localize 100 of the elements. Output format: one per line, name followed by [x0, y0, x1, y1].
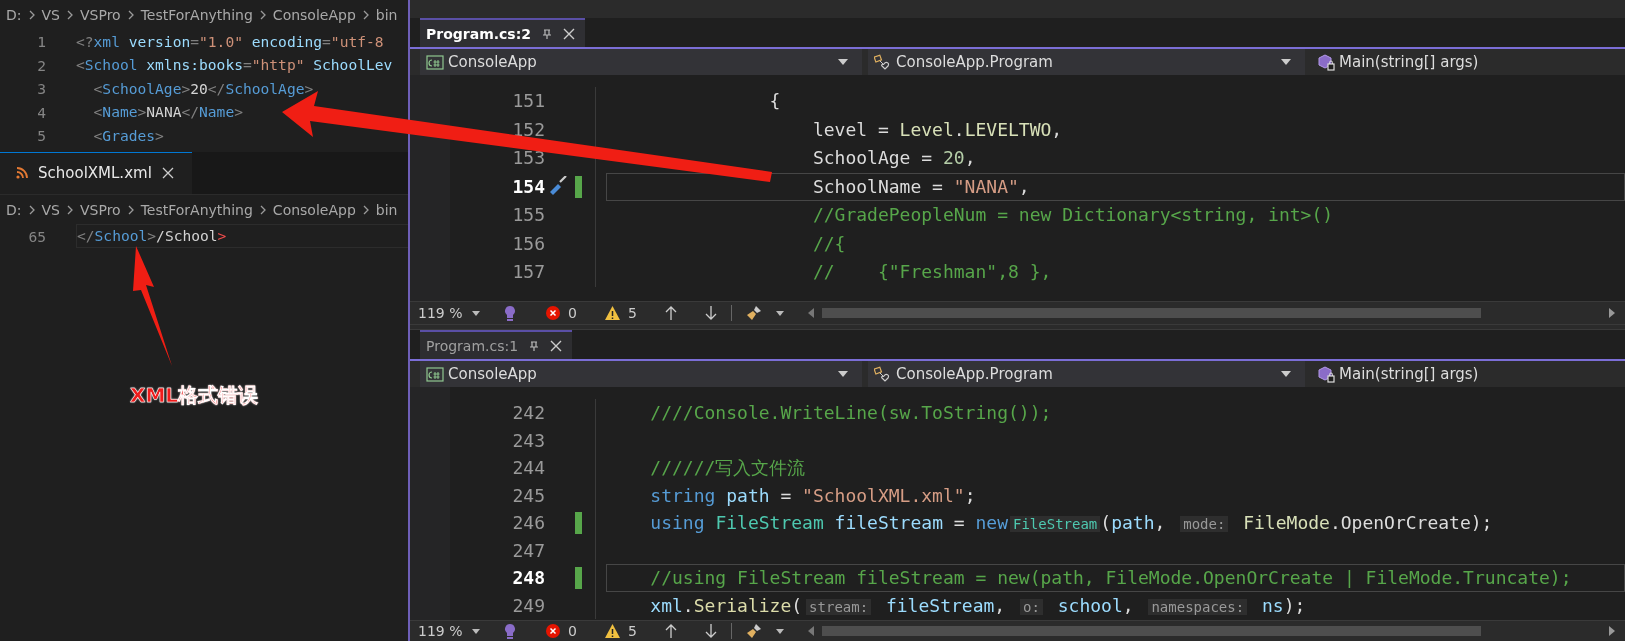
- chevron-icon: [65, 203, 74, 216]
- caret-icon: [1281, 371, 1291, 377]
- scrollbar-thumb[interactable]: [821, 308, 1481, 318]
- caret-icon: [838, 59, 848, 65]
- chevron-icon: [361, 203, 370, 216]
- chevron-icon: [65, 9, 74, 21]
- scrollbar-thumb[interactable]: [821, 626, 1481, 636]
- error-icon: [546, 624, 560, 638]
- breadcrumb-item[interactable]: ConsoleApp: [272, 201, 356, 218]
- nav-dropdown[interactable]: ConsoleApp.Program: [868, 361, 1305, 387]
- chevron-icon: [126, 203, 135, 216]
- breadcrumb-item[interactable]: D:: [6, 201, 22, 218]
- arrow-down-icon[interactable]: [704, 306, 717, 320]
- line-number: 1: [36, 33, 47, 51]
- line-number: 153: [511, 146, 545, 170]
- editor-tab[interactable]: SchoolXML.xml: [0, 151, 192, 194]
- close-icon[interactable]: [550, 339, 563, 352]
- scroll-left-icon[interactable]: [807, 626, 814, 636]
- pin-icon[interactable]: [528, 339, 541, 352]
- close-icon[interactable]: [563, 27, 576, 40]
- code-line: <Grades>: [92, 125, 165, 146]
- editor-tab[interactable]: Program.cs:2: [420, 18, 586, 47]
- nav-dropdown[interactable]: ConsoleApp: [420, 49, 862, 75]
- rss-icon: [16, 167, 28, 179]
- line-number: 5: [36, 127, 47, 145]
- class-icon: [874, 365, 892, 383]
- pin-icon[interactable]: [541, 27, 554, 40]
- breadcrumb-item[interactable]: VSPro: [79, 7, 121, 23]
- code-line: {: [768, 89, 782, 113]
- code-line: // {"Freshman",8 },: [811, 260, 1053, 284]
- caret-icon[interactable]: [775, 310, 784, 316]
- line-number: 245: [511, 483, 545, 508]
- code-line: string path = "SchoolXML.xml";: [649, 483, 977, 508]
- brush-icon[interactable]: [745, 305, 762, 321]
- caret-icon: [838, 371, 848, 377]
- code-line: </School>/School>: [76, 224, 408, 249]
- code-line: SchoolAge = 20,: [811, 146, 977, 170]
- arrow-up-icon[interactable]: [664, 306, 677, 320]
- error-count[interactable]: 0: [546, 305, 577, 321]
- zoom-dropdown[interactable]: 119 %: [418, 623, 488, 639]
- line-number: 4: [36, 103, 47, 121]
- line-number: 154: [511, 174, 545, 199]
- line-number: 155: [511, 203, 545, 227]
- editor-tab[interactable]: Program.cs:1: [420, 330, 573, 359]
- code-line: level = Level.LEVELTWO,: [811, 117, 1064, 142]
- chevron-icon: [258, 203, 267, 216]
- chevron-icon: [258, 9, 267, 21]
- code-line: ////Console.WriteLine(sw.ToString());: [649, 401, 1053, 425]
- breadcrumb-item[interactable]: bin: [375, 7, 398, 23]
- caret-icon[interactable]: [775, 628, 784, 634]
- arrow-up-icon[interactable]: [664, 624, 677, 638]
- nav-dropdown[interactable]: ConsoleApp: [420, 361, 862, 387]
- line-number: 152: [511, 117, 545, 142]
- line-number: 157: [511, 260, 545, 284]
- annotation-label: XML格式错误: [130, 382, 259, 409]
- breadcrumb-item[interactable]: TestForAnything: [140, 201, 253, 218]
- line-number: 248: [511, 566, 545, 590]
- project-icon: [426, 365, 444, 383]
- line-number: 247: [511, 538, 545, 563]
- line-number: 249: [511, 593, 545, 618]
- line-number: 156: [511, 231, 545, 256]
- breadcrumb-item[interactable]: VS: [41, 7, 60, 23]
- code-line: <?xml version="1.0" encoding="utf-8: [76, 31, 385, 52]
- chevron-icon: [27, 203, 36, 216]
- line-number: 243: [511, 428, 545, 453]
- code-line: //////写入文件流: [649, 456, 807, 480]
- code-line: <SchoolAge>20</SchoolAge>: [92, 78, 315, 99]
- scroll-right-icon[interactable]: [1609, 308, 1615, 318]
- warning-icon: [604, 624, 620, 638]
- warning-count[interactable]: 5: [604, 623, 637, 639]
- cube-lock-icon: [1317, 365, 1335, 383]
- breadcrumb-item[interactable]: ConsoleApp: [272, 7, 356, 23]
- breadcrumb-item[interactable]: TestForAnything: [140, 7, 253, 23]
- line-number: 65: [27, 227, 47, 245]
- chevron-icon: [27, 9, 36, 21]
- code-line: using FileStream fileStream = new FileStream (path, mode: FileMode.OpenOrCreate);: [649, 511, 1494, 535]
- warning-count[interactable]: 5: [604, 305, 637, 321]
- line-number: 246: [511, 511, 545, 535]
- code-line: //GradePeopleNum = new Dictionary<string, int>(): [811, 203, 1335, 227]
- breadcrumb-item[interactable]: bin: [375, 201, 398, 218]
- breadcrumb-item[interactable]: VS: [41, 201, 60, 218]
- zoom-dropdown[interactable]: 119 %: [418, 305, 488, 321]
- close-icon[interactable]: [161, 167, 174, 179]
- class-icon: [874, 53, 892, 71]
- breadcrumb-item[interactable]: VSPro: [79, 201, 121, 218]
- line-number: 242: [511, 401, 545, 425]
- error-count[interactable]: 0: [546, 623, 577, 639]
- line-number: 151: [511, 89, 545, 113]
- brush-icon[interactable]: [745, 623, 762, 639]
- scroll-left-icon[interactable]: [807, 308, 814, 318]
- lightbulb-icon[interactable]: [502, 623, 518, 639]
- nav-dropdown[interactable]: ConsoleApp.Program: [868, 49, 1305, 75]
- scroll-right-icon[interactable]: [1609, 626, 1615, 636]
- chevron-icon: [126, 9, 135, 21]
- cube-lock-icon: [1317, 53, 1335, 71]
- lightbulb-icon[interactable]: [502, 305, 518, 321]
- arrow-down-icon[interactable]: [704, 624, 717, 638]
- warning-icon: [604, 306, 620, 320]
- breadcrumb-item[interactable]: D:: [6, 7, 22, 23]
- code-line: <Name>NANA</Name>: [92, 102, 244, 123]
